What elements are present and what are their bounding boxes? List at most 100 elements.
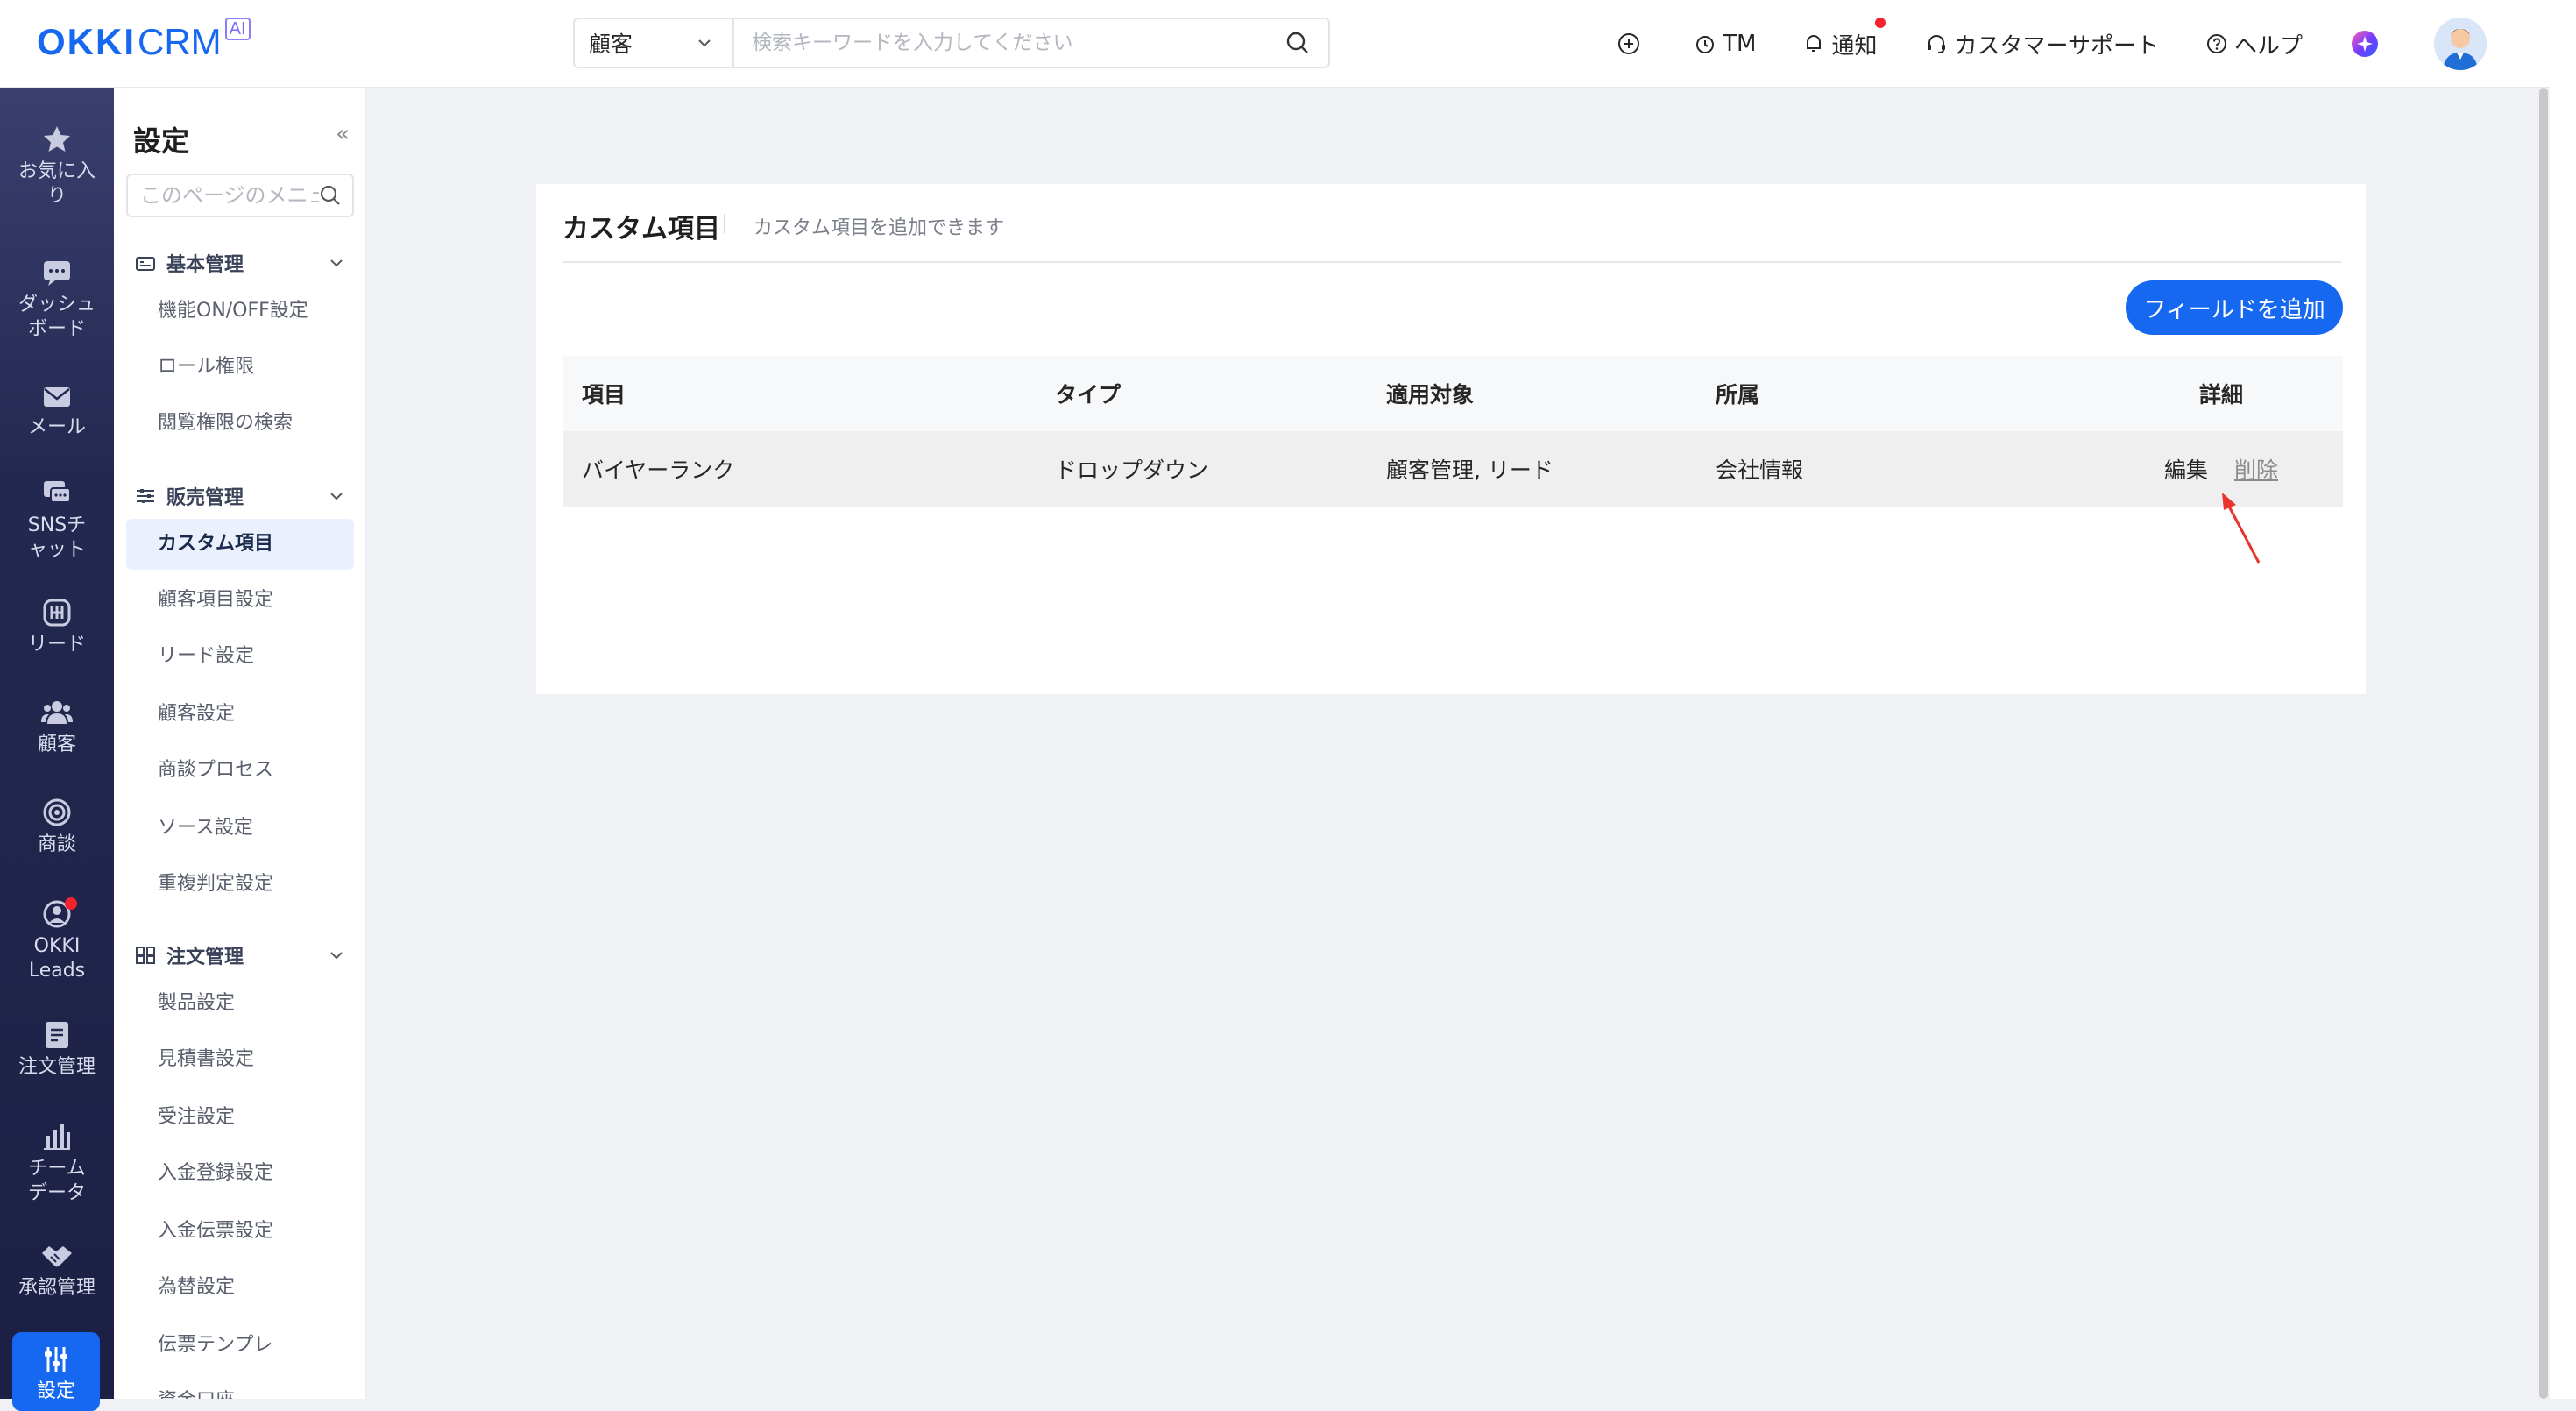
menu-group-basic-label: 基本管理 <box>166 254 244 276</box>
menu-item-source-settings[interactable]: ソース設定 <box>126 803 354 854</box>
search-input[interactable] <box>734 19 1267 67</box>
chevron-down-icon <box>330 259 343 267</box>
sliders-icon <box>45 1347 67 1372</box>
cell-item: バイヤーランク <box>582 457 735 483</box>
nav-okki-leads-label: OKKI Leads <box>28 935 86 982</box>
okki-crm-logo[interactable]: OKKI CRM AI <box>37 16 251 68</box>
menu-item-voucher-template[interactable]: 伝票テンプレ <box>126 1320 354 1371</box>
notification-button[interactable]: 通知 <box>1803 17 1886 60</box>
top-bar: OKKI CRM AI 顧客 TM 通知 カスタマーサポート <box>0 0 2550 88</box>
menu-group-sales[interactable]: 販売管理 <box>135 482 354 510</box>
menu-item-lead-settings[interactable]: リード設定 <box>126 631 354 682</box>
mail-icon <box>44 387 70 407</box>
nav-dashboard[interactable]: ダッシュボード <box>0 258 114 342</box>
menu-item-deal-process[interactable]: 商談プロセス <box>126 745 354 796</box>
custom-fields-table: 項目 タイプ 適用対象 所属 詳細 バイヤーランク ドロップダウン 顧客管理, … <box>563 356 2343 507</box>
nav-mail-label: メール <box>27 416 86 438</box>
nav-order[interactable]: 注文管理 <box>0 1020 114 1080</box>
search-icon[interactable] <box>319 184 342 207</box>
user-avatar[interactable] <box>2434 18 2487 70</box>
nav-approval-label: 承認管理 <box>18 1277 96 1299</box>
menu-item-customer-settings[interactable]: 顧客設定 <box>126 689 354 740</box>
menu-item-exchange-rate[interactable]: 為替設定 <box>126 1262 354 1313</box>
settings-sidebar: 設定 « 基本管理 機能ON/OFF設定 ロール権限 閲覧権限の検索 販売管理 … <box>114 88 366 1399</box>
nav-settings[interactable]: 設定 <box>12 1332 100 1411</box>
search-button[interactable] <box>1267 19 1328 67</box>
menu-item-order-settings[interactable]: 受注設定 <box>126 1092 354 1143</box>
page-subtitle: カスタム項目を追加できます <box>754 217 1005 239</box>
nav-mail[interactable]: メール <box>0 384 114 440</box>
nav-deal-label: 商談 <box>37 833 76 855</box>
nav-customer[interactable]: 顧客 <box>0 698 114 757</box>
menu-item-product-settings[interactable]: 製品設定 <box>126 978 354 1029</box>
logo-crm-text: CRM <box>138 21 222 62</box>
order-icon <box>46 1022 68 1048</box>
menu-item-payment-voucher[interactable]: 入金伝票設定 <box>126 1206 354 1257</box>
ai-assistant-button[interactable] <box>2350 29 2387 59</box>
menu-item-role-permission[interactable]: ロール権限 <box>126 342 354 393</box>
menu-item-quote-settings[interactable]: 見積書設定 <box>126 1034 354 1085</box>
tm-button[interactable]: TM <box>1695 31 1756 57</box>
menu-item-feature-toggle[interactable]: 機能ON/OFF設定 <box>126 286 354 337</box>
lead-icon <box>43 599 71 627</box>
add-field-button[interactable]: フィールドを追加 <box>2126 280 2343 335</box>
nav-favorites[interactable]: お気に入り <box>0 124 114 209</box>
nav-lead-label: リード <box>27 634 86 656</box>
cell-target: 顧客管理, リード <box>1386 457 1553 483</box>
menu-item-custom-fields[interactable]: カスタム項目 <box>126 519 354 570</box>
menu-item-fund-account[interactable]: 資金口座 <box>126 1376 354 1399</box>
annotation-arrow-icon <box>2222 493 2261 564</box>
headset-icon <box>1927 35 1945 53</box>
page-scrollbar-thumb[interactable] <box>2539 88 2548 1399</box>
cell-actions: 編集 削除 <box>2099 453 2343 485</box>
edit-link[interactable]: 編集 <box>2164 453 2208 485</box>
menu-search-input[interactable] <box>140 183 319 208</box>
star-icon <box>44 126 70 152</box>
customer-support-button[interactable]: カスタマーサポート <box>1925 28 2159 60</box>
help-label: ヘルプ <box>2233 32 2303 60</box>
help-button[interactable]: ヘルプ <box>2206 28 2303 60</box>
search-scope-value: 顧客 <box>589 32 633 57</box>
column-header-item: 項目 <box>582 382 626 408</box>
menu-search <box>126 174 354 217</box>
question-circle-icon <box>2206 34 2226 53</box>
menu-group-order[interactable]: 注文管理 <box>135 941 354 969</box>
target-icon <box>43 798 71 826</box>
delete-link[interactable]: 削除 <box>2234 453 2278 485</box>
notification-badge <box>1875 17 1886 28</box>
top-actions: TM 通知 カスタマーサポート ヘルプ <box>1617 0 2550 88</box>
nav-team-data[interactable]: チームデータ <box>0 1122 114 1206</box>
okki-leads-badge <box>65 897 77 910</box>
menu-group-basic[interactable]: 基本管理 <box>135 249 354 277</box>
plus-circle-icon <box>1618 33 1640 54</box>
customer-support-label: カスタマーサポート <box>1954 32 2159 60</box>
menu-item-view-permission-search[interactable]: 閲覧権限の検索 <box>126 398 354 449</box>
menu-item-duplicate-check[interactable]: 重複判定設定 <box>126 859 354 910</box>
nav-favorites-label: お気に入り <box>18 160 96 207</box>
customers-icon <box>41 701 73 724</box>
add-new-button[interactable] <box>1617 32 1647 55</box>
menu-item-customer-field-settings[interactable]: 顧客項目設定 <box>126 575 354 626</box>
nav-customer-label: 顧客 <box>37 734 76 755</box>
nav-approval[interactable]: 承認管理 <box>0 1241 114 1301</box>
nav-deal[interactable]: 商談 <box>0 798 114 857</box>
nav-sns-chat[interactable]: SNSチャット <box>0 479 114 563</box>
search-scope-select[interactable]: 顧客 <box>575 19 734 67</box>
column-header-type: タイプ <box>1055 382 1122 408</box>
menu-item-payment-registration[interactable]: 入金登録設定 <box>126 1148 354 1199</box>
nav-okki-leads[interactable]: OKKI Leads <box>0 897 114 983</box>
chat-icon <box>44 481 71 503</box>
nav-dashboard-label: ダッシュボード <box>18 294 96 340</box>
nav-team-data-label: チームデータ <box>27 1158 86 1204</box>
bell-icon <box>1807 35 1822 52</box>
page-scrollbar-track <box>2550 0 2576 1399</box>
nav-lead[interactable]: リード <box>0 598 114 657</box>
chevron-down-icon <box>330 493 343 500</box>
page-title: カスタム項目 <box>563 214 720 245</box>
collapse-sidebar-button[interactable]: « <box>336 121 350 147</box>
user-avatar-icon <box>2434 18 2487 70</box>
column-header-target: 適用対象 <box>1386 382 1475 408</box>
sidebar-title: 設定 <box>133 124 190 158</box>
main-nav: お気に入り ダッシュボード メール SNSチャット リード 顧客 商談 OKKI… <box>0 88 114 1411</box>
menu-group-order-label: 注文管理 <box>166 947 244 968</box>
